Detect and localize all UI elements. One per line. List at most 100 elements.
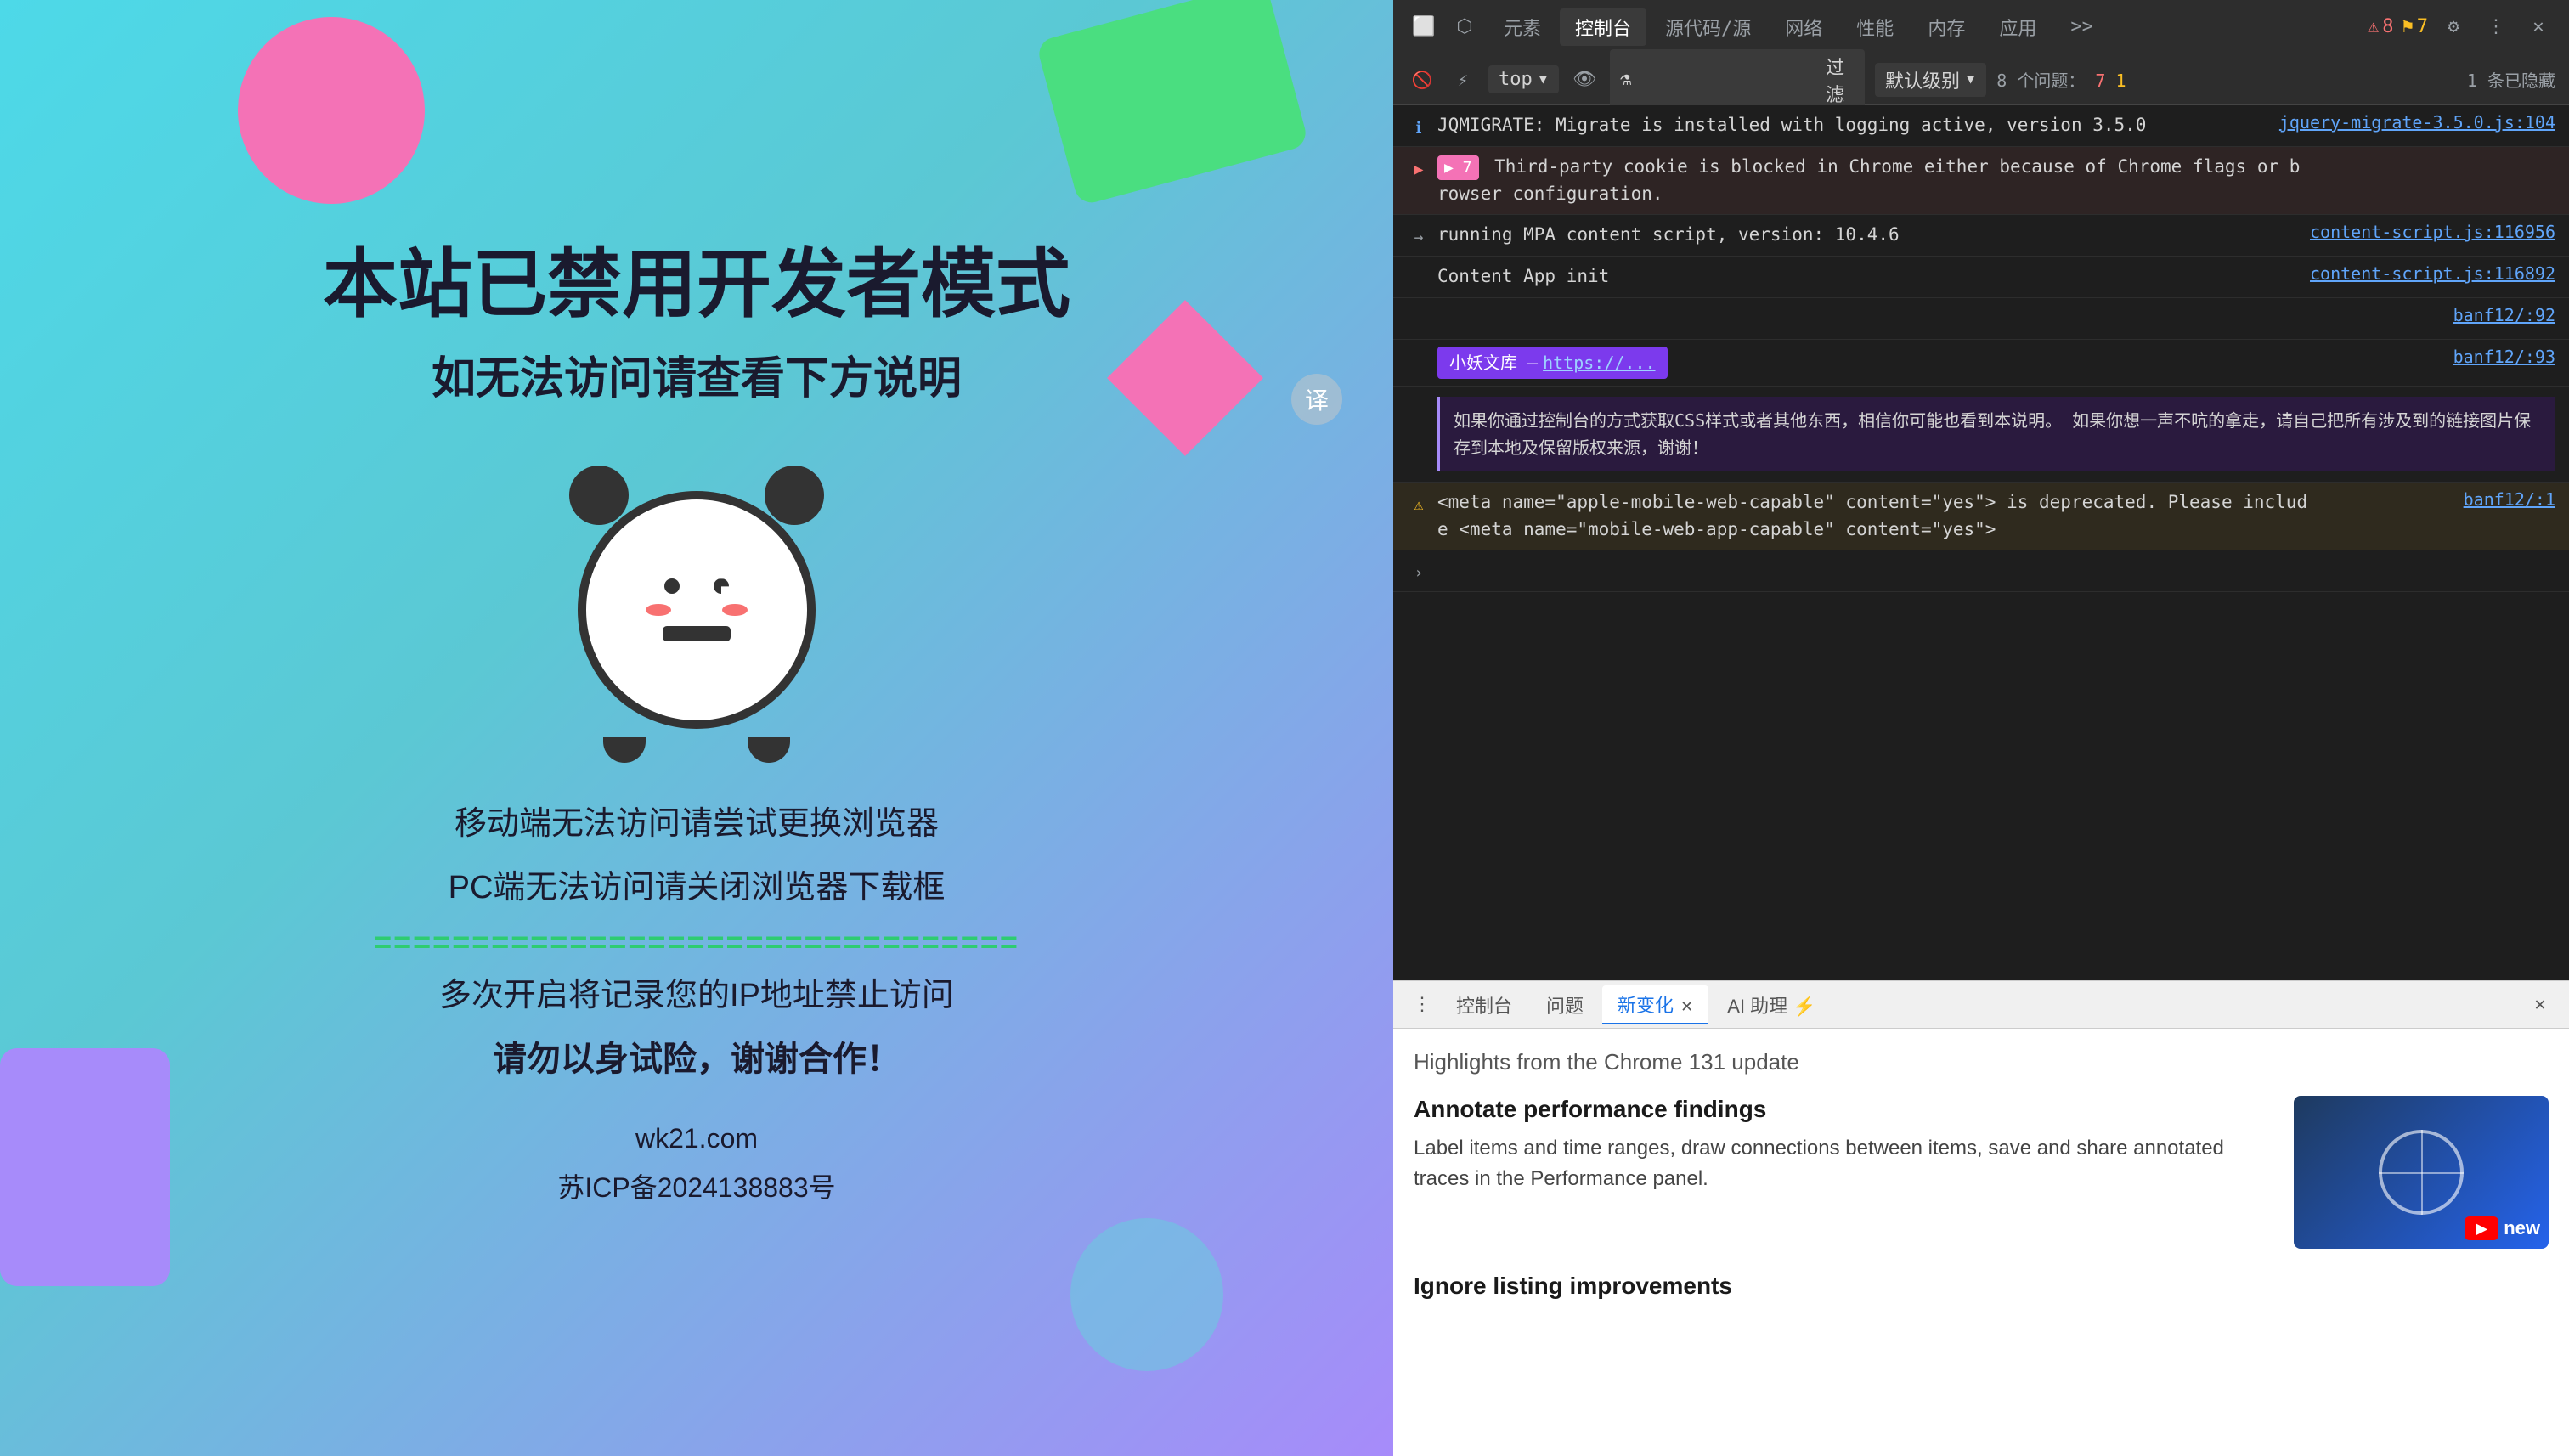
close-icon[interactable]: ✕ — [2521, 10, 2555, 44]
console-row: → running MPA content script, version: 1… — [1393, 215, 2569, 257]
clock-foot-left — [603, 737, 646, 763]
console-message: <meta name="apple-mobile-web-capable" co… — [1437, 489, 2311, 543]
error-icon: ▶ — [1407, 157, 1431, 181]
warning-count: 7 — [2417, 16, 2428, 37]
main-title: 本站已禁用开发者模式 — [323, 244, 1070, 326]
clock-bell-left — [569, 466, 629, 525]
tab-sources[interactable]: 源代码/源 — [1650, 8, 1766, 46]
issues-warn-count: 1 — [2116, 71, 2126, 91]
site-label: 小妖文库 – https://... — [1437, 347, 1668, 379]
error-badge: ⚠ 8 — [2368, 16, 2394, 37]
feature-heading: Annotate performance findings — [1414, 1096, 2267, 1123]
clock-eye-left — [664, 578, 680, 594]
issues-error-count: 7 — [2095, 71, 2105, 91]
info-icon: ℹ — [1407, 116, 1431, 139]
footer: wk21.com 苏ICP备2024138883号 — [323, 1115, 1070, 1212]
source-link[interactable]: content-script.js:116956 — [2310, 222, 2555, 242]
spacer-icon — [1407, 308, 1431, 332]
log-level-selector[interactable]: 默认级别 ▾ — [1875, 63, 1986, 97]
console-message: ▶ 7 Third-party cookie is blocked in Chr… — [1437, 154, 2311, 207]
devtools-tabs: 元素 控制台 源代码/源 网络 性能 内存 应用 >> — [1488, 8, 2361, 46]
close-whatsnew-icon[interactable]: ✕ — [1680, 998, 1693, 1015]
tab-console-bottom[interactable]: 控制台 — [1441, 986, 1527, 1024]
console-row: ℹ JQMIGRATE: Migrate is installed with l… — [1393, 105, 2569, 147]
source-link[interactable]: banf12/:92 — [2318, 305, 2555, 325]
console-row: Content App init content-script.js:11689… — [1393, 257, 2569, 298]
footer-icp: 苏ICP备2024138883号 — [323, 1164, 1070, 1213]
devtools-panel: ⬜ ⬡ 元素 控制台 源代码/源 网络 性能 内存 应用 >> ⚠ 8 ⚑ 7 … — [1393, 0, 2569, 1456]
tab-network[interactable]: 网络 — [1770, 8, 1838, 46]
pc-warning: PC端无法访问请关闭浏览器下载框 — [323, 861, 1070, 916]
warn-icon: ⚠ — [1407, 493, 1431, 516]
feature-desc: Label items and time ranges, draw connec… — [1414, 1133, 2267, 1194]
arrow-icon: → — [1407, 225, 1431, 249]
special-message: 如果你通过控制台的方式获取CSS样式或者其他东西，相信你可能也看到本说明。 如果… — [1437, 397, 2555, 471]
console-message: 如果你通过控制台的方式获取CSS样式或者其他东西，相信你可能也看到本说明。 如果… — [1437, 393, 2555, 475]
console-row: ▶ ▶ 7 Third-party cookie is blocked in C… — [1393, 147, 2569, 215]
source-link[interactable]: content-script.js:116892 — [2310, 263, 2555, 284]
bottom-panel: ⋮ 控制台 问题 新变化 ✕ AI 助理 ⚡ ✕ Highlights from… — [1393, 980, 2569, 1456]
clock-cheeks — [646, 604, 748, 616]
context-selector[interactable]: top ▾ — [1488, 65, 1559, 93]
console-output: ℹ JQMIGRATE: Migrate is installed with l… — [1393, 105, 2569, 980]
filter-icon[interactable]: ⚡ — [1448, 65, 1478, 95]
issues-text: 8 个问题： — [1996, 71, 2085, 91]
bottom-content: Highlights from the Chrome 131 update An… — [1393, 1029, 2569, 1456]
clock-eyes — [664, 578, 729, 594]
webpage-content: 译 本站已禁用开发者模式 如无法访问请查看下方说明 — [0, 0, 1393, 1456]
filter-funnel-icon: ⚗ — [1620, 69, 1631, 90]
tab-ai-assistant[interactable]: AI 助理 ⚡ — [1712, 986, 1831, 1024]
clock-cheek-left — [646, 604, 671, 616]
danger-warning: 请勿以身试险，谢谢合作！ — [323, 1031, 1070, 1081]
console-message: 小妖文库 – https://... — [1437, 347, 2311, 379]
tab-elements[interactable]: 元素 — [1488, 8, 1556, 46]
clear-console-icon[interactable]: 🚫 — [1407, 65, 1437, 95]
level-label: 默认级别 — [1885, 66, 1960, 93]
clock-illustration — [552, 440, 841, 763]
console-message: JQMIGRATE: Migrate is installed with log… — [1437, 112, 2273, 139]
clock-face — [646, 578, 748, 641]
main-content: 本站已禁用开发者模式 如无法访问请查看下方说明 — [255, 244, 1138, 1213]
inspect-icon[interactable]: ⬡ — [1448, 10, 1482, 44]
more-options-icon[interactable]: ⋮ — [2479, 10, 2513, 44]
filter-input[interactable] — [1638, 69, 1819, 91]
close-bottom-panel-icon[interactable]: ✕ — [2525, 990, 2555, 1020]
warning-triangle-icon: ⚠ — [2368, 16, 2379, 37]
divider: ================================= — [323, 924, 1070, 960]
clock-body — [578, 491, 816, 729]
warning-badge: ⚑ 7 — [2402, 16, 2429, 37]
youtube-icon: ▶ — [2465, 1216, 2498, 1240]
filter-input-box[interactable]: ⚗ 过滤 — [1610, 49, 1865, 110]
tab-performance[interactable]: 性能 — [1841, 8, 1909, 46]
device-toolbar-icon[interactable]: ⬜ — [1407, 10, 1441, 44]
ignore-heading: Ignore listing improvements — [1414, 1273, 2549, 1300]
bottom-tab-menu-icon[interactable]: ⋮ — [1407, 990, 1437, 1020]
filter-label: 过滤 — [1826, 53, 1855, 107]
eye-icon[interactable]: 👁 — [1569, 65, 1600, 95]
clock-bell-right — [765, 466, 824, 525]
flag-icon: ⚑ — [2402, 16, 2414, 37]
count-badge: ▶ 7 — [1437, 155, 1479, 180]
clock-eye-right — [714, 578, 729, 594]
tab-more[interactable]: >> — [2055, 11, 2109, 42]
settings-icon[interactable]: ⚙ — [2436, 10, 2470, 44]
sub-title: 如无法访问请查看下方说明 — [323, 342, 1070, 406]
feature-annotate: Annotate performance findings Label item… — [1414, 1096, 2549, 1249]
new-badge: new — [2504, 1217, 2540, 1239]
tab-application[interactable]: 应用 — [1984, 8, 2052, 46]
translate-button-icon[interactable]: 译 — [1291, 374, 1342, 425]
console-message: Content App init — [1437, 263, 2303, 291]
ip-warning: 多次开启将记录您的IP地址禁止访问 — [323, 968, 1070, 1024]
tab-memory[interactable]: 内存 — [1912, 8, 1980, 46]
source-link[interactable]: banf12/:93 — [2318, 347, 2555, 367]
devtools-toolbar: ⬜ ⬡ 元素 控制台 源代码/源 网络 性能 内存 应用 >> ⚠ 8 ⚑ 7 … — [1393, 0, 2569, 54]
source-link[interactable]: banf12/:1 — [2318, 489, 2555, 510]
tab-issues[interactable]: 问题 — [1531, 986, 1599, 1024]
tab-whatsnew[interactable]: 新变化 ✕ — [1602, 985, 1708, 1024]
tab-console[interactable]: 控制台 — [1560, 8, 1646, 46]
chevron-down-icon: ▾ — [1538, 69, 1549, 90]
clock-foot-right — [748, 737, 790, 763]
source-link[interactable]: jquery-migrate-3.5.0.js:104 — [2279, 112, 2555, 133]
console-row: › — [1393, 550, 2569, 592]
prompt-icon: › — [1407, 561, 1431, 584]
